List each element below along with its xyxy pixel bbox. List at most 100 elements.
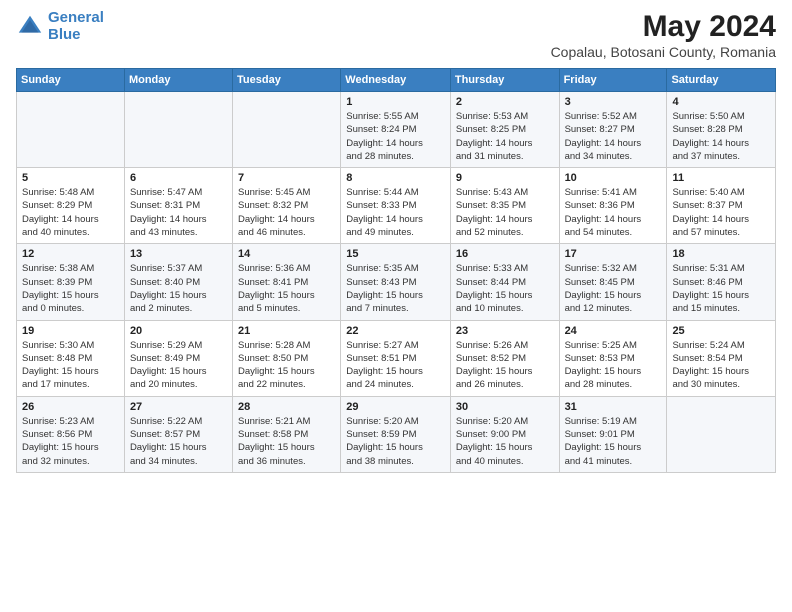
day-number: 1 bbox=[346, 96, 445, 108]
calendar-day-8: 8Sunrise: 5:44 AM Sunset: 8:33 PM Daylig… bbox=[341, 168, 451, 244]
day-number: 20 bbox=[130, 325, 227, 337]
calendar-header-saturday: Saturday bbox=[667, 69, 776, 92]
day-info: Sunrise: 5:55 AM Sunset: 8:24 PM Dayligh… bbox=[346, 110, 445, 163]
calendar-day-5: 5 Sunrise: 5:48 AM Sunset: 8:29 PM Daylig… bbox=[17, 168, 125, 244]
day-number: 22 bbox=[346, 325, 445, 337]
day-info: Sunrise: 5:41 AM Sunset: 8:36 PM Dayligh… bbox=[565, 186, 662, 239]
day-info: Sunrise: 5:28 AM Sunset: 8:50 PM Dayligh… bbox=[238, 339, 335, 392]
day-number: 13 bbox=[130, 248, 227, 260]
day-info: Sunrise: 5:22 AM Sunset: 8:57 PM Dayligh… bbox=[130, 415, 227, 468]
calendar-day-20: 20 Sunrise: 5:29 AM Sunset: 8:49 PM Dayli… bbox=[124, 320, 232, 396]
calendar-day-14: 14 Sunrise: 5:36 AM Sunset: 8:41 PM Dayli… bbox=[233, 244, 341, 320]
calendar-day-2: 2 Sunrise: 5:53 AM Sunset: 8:25 PM Daylig… bbox=[450, 92, 559, 168]
calendar-day-18: 18 Sunrise: 5:31 AM Sunset: 8:46 PM Dayli… bbox=[667, 244, 776, 320]
day-number: 19 bbox=[22, 325, 119, 337]
calendar-day-31: 31 Sunrise: 5:19 AM Sunset: 9:01 PM Dayli… bbox=[559, 396, 667, 472]
day-info: Sunrise: 5:20 AM Sunset: 8:59 PM Dayligh… bbox=[346, 415, 445, 468]
calendar-day-6: 6 Sunrise: 5:47 AM Sunset: 8:31 PM Daylig… bbox=[124, 168, 232, 244]
day-info: Sunrise: 5:53 AM Sunset: 8:25 PM Dayligh… bbox=[456, 110, 554, 163]
day-info: Sunrise: 5:37 AM Sunset: 8:40 PM Dayligh… bbox=[130, 262, 227, 315]
calendar-day-10: 10 Sunrise: 5:41 AM Sunset: 8:36 PM Dayli… bbox=[559, 168, 667, 244]
calendar-day-28: 28Sunrise: 5:21 AM Sunset: 8:58 PM Dayli… bbox=[233, 396, 341, 472]
day-info: Sunrise: 5:47 AM Sunset: 8:31 PM Dayligh… bbox=[130, 186, 227, 239]
calendar-day-13: 13 Sunrise: 5:37 AM Sunset: 8:40 PM Dayli… bbox=[124, 244, 232, 320]
day-number: 5 bbox=[22, 172, 119, 184]
title-block: May 2024 Copalau, Botosani County, Roman… bbox=[551, 10, 776, 60]
day-info: Sunrise: 5:48 AM Sunset: 8:29 PM Dayligh… bbox=[22, 186, 119, 239]
page: General Blue May 2024 Copalau, Botosani … bbox=[0, 0, 792, 612]
day-number: 27 bbox=[130, 401, 227, 413]
logo-text: General Blue bbox=[48, 10, 104, 43]
day-number: 26 bbox=[22, 401, 119, 413]
calendar-day-4: 4 Sunrise: 5:50 AM Sunset: 8:28 PM Daylig… bbox=[667, 92, 776, 168]
calendar-header-thursday: Thursday bbox=[450, 69, 559, 92]
calendar-header-wednesday: Wednesday bbox=[341, 69, 451, 92]
day-number: 28 bbox=[238, 401, 335, 413]
calendar-day-15: 15 Sunrise: 5:35 AM Sunset: 8:43 PM Dayli… bbox=[341, 244, 451, 320]
subtitle: Copalau, Botosani County, Romania bbox=[551, 44, 776, 60]
calendar-day-7: 7 Sunrise: 5:45 AM Sunset: 8:32 PM Daylig… bbox=[233, 168, 341, 244]
day-info: Sunrise: 5:32 AM Sunset: 8:45 PM Dayligh… bbox=[565, 262, 662, 315]
day-info: Sunrise: 5:50 AM Sunset: 8:28 PM Dayligh… bbox=[672, 110, 770, 163]
day-info: Sunrise: 5:35 AM Sunset: 8:43 PM Dayligh… bbox=[346, 262, 445, 315]
calendar-week-row: 12 Sunrise: 5:38 AM Sunset: 8:39 PM Dayli… bbox=[17, 244, 776, 320]
day-number: 11 bbox=[672, 172, 770, 184]
calendar-day-26: 26 Sunrise: 5:23 AM Sunset: 8:56 PM Dayli… bbox=[17, 396, 125, 472]
day-number: 31 bbox=[565, 401, 662, 413]
day-number: 24 bbox=[565, 325, 662, 337]
calendar-day-27: 27 Sunrise: 5:22 AM Sunset: 8:57 PM Dayli… bbox=[124, 396, 232, 472]
day-number: 17 bbox=[565, 248, 662, 260]
calendar-week-row: 1 Sunrise: 5:55 AM Sunset: 8:24 PM Daylig… bbox=[17, 92, 776, 168]
day-info: Sunrise: 5:26 AM Sunset: 8:52 PM Dayligh… bbox=[456, 339, 554, 392]
day-info: Sunrise: 5:45 AM Sunset: 8:32 PM Dayligh… bbox=[238, 186, 335, 239]
logo: General Blue bbox=[16, 10, 104, 43]
day-number: 7 bbox=[238, 172, 335, 184]
day-number: 12 bbox=[22, 248, 119, 260]
day-info: Sunrise: 5:44 AM Sunset: 8:33 PM Dayligh… bbox=[346, 186, 445, 239]
day-info: Sunrise: 5:25 AM Sunset: 8:53 PM Dayligh… bbox=[565, 339, 662, 392]
calendar-day-30: 30Sunrise: 5:20 AM Sunset: 9:00 PM Dayli… bbox=[450, 396, 559, 472]
day-number: 18 bbox=[672, 248, 770, 260]
calendar-empty-cell bbox=[124, 92, 232, 168]
day-info: Sunrise: 5:30 AM Sunset: 8:48 PM Dayligh… bbox=[22, 339, 119, 392]
calendar-day-12: 12 Sunrise: 5:38 AM Sunset: 8:39 PM Dayli… bbox=[17, 244, 125, 320]
day-number: 15 bbox=[346, 248, 445, 260]
day-info: Sunrise: 5:43 AM Sunset: 8:35 PM Dayligh… bbox=[456, 186, 554, 239]
day-info: Sunrise: 5:29 AM Sunset: 8:49 PM Dayligh… bbox=[130, 339, 227, 392]
day-number: 10 bbox=[565, 172, 662, 184]
calendar-header-sunday: Sunday bbox=[17, 69, 125, 92]
day-info: Sunrise: 5:23 AM Sunset: 8:56 PM Dayligh… bbox=[22, 415, 119, 468]
calendar-empty-cell bbox=[233, 92, 341, 168]
day-number: 14 bbox=[238, 248, 335, 260]
calendar-header-friday: Friday bbox=[559, 69, 667, 92]
calendar-day-1: 1 Sunrise: 5:55 AM Sunset: 8:24 PM Daylig… bbox=[341, 92, 451, 168]
calendar-empty-cell bbox=[667, 396, 776, 472]
logo-line1: General bbox=[48, 9, 104, 26]
day-number: 6 bbox=[130, 172, 227, 184]
day-info: Sunrise: 5:36 AM Sunset: 8:41 PM Dayligh… bbox=[238, 262, 335, 315]
day-info: Sunrise: 5:24 AM Sunset: 8:54 PM Dayligh… bbox=[672, 339, 770, 392]
day-number: 30 bbox=[456, 401, 554, 413]
day-number: 3 bbox=[565, 96, 662, 108]
header: General Blue May 2024 Copalau, Botosani … bbox=[16, 10, 776, 60]
calendar-day-24: 24 Sunrise: 5:25 AM Sunset: 8:53 PM Dayli… bbox=[559, 320, 667, 396]
calendar-header-tuesday: Tuesday bbox=[233, 69, 341, 92]
day-info: Sunrise: 5:31 AM Sunset: 8:46 PM Dayligh… bbox=[672, 262, 770, 315]
day-info: Sunrise: 5:52 AM Sunset: 8:27 PM Dayligh… bbox=[565, 110, 662, 163]
calendar-empty-cell bbox=[17, 92, 125, 168]
day-info: Sunrise: 5:19 AM Sunset: 9:01 PM Dayligh… bbox=[565, 415, 662, 468]
day-number: 2 bbox=[456, 96, 554, 108]
calendar-week-row: 5 Sunrise: 5:48 AM Sunset: 8:29 PM Daylig… bbox=[17, 168, 776, 244]
day-info: Sunrise: 5:38 AM Sunset: 8:39 PM Dayligh… bbox=[22, 262, 119, 315]
calendar-day-9: 9Sunrise: 5:43 AM Sunset: 8:35 PM Daylig… bbox=[450, 168, 559, 244]
logo-line2: Blue bbox=[48, 26, 81, 43]
calendar-week-row: 19 Sunrise: 5:30 AM Sunset: 8:48 PM Dayli… bbox=[17, 320, 776, 396]
calendar-day-16: 16 Sunrise: 5:33 AM Sunset: 8:44 PM Dayli… bbox=[450, 244, 559, 320]
main-title: May 2024 bbox=[551, 10, 776, 44]
day-number: 4 bbox=[672, 96, 770, 108]
calendar-day-19: 19 Sunrise: 5:30 AM Sunset: 8:48 PM Dayli… bbox=[17, 320, 125, 396]
day-number: 16 bbox=[456, 248, 554, 260]
calendar-day-25: 25Sunrise: 5:24 AM Sunset: 8:54 PM Dayli… bbox=[667, 320, 776, 396]
day-info: Sunrise: 5:33 AM Sunset: 8:44 PM Dayligh… bbox=[456, 262, 554, 315]
calendar-day-11: 11Sunrise: 5:40 AM Sunset: 8:37 PM Dayli… bbox=[667, 168, 776, 244]
